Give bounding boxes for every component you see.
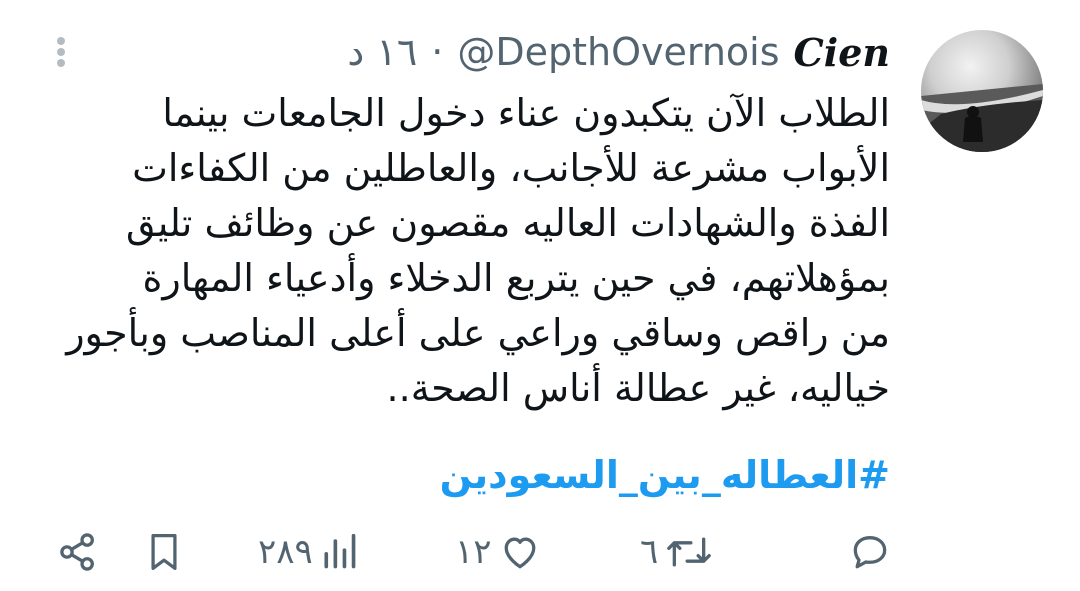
tweet-text-line: الفذة والشهادات العاليه مقصون عن وظائف ت… — [126, 201, 890, 245]
avatar[interactable] — [921, 30, 1043, 152]
reply-icon — [853, 536, 887, 569]
tweet-text-line: الطلاب الآن يتكبدون عناء دخول الجامعات ب… — [162, 91, 890, 135]
tweet-text-line: بمؤهلاتهم، في حين يتربع الدخلاء وأدعياء … — [142, 256, 890, 300]
like-icon — [504, 537, 535, 569]
views-count: ٢٨٩ — [258, 532, 313, 572]
tweet-text-line: من راقص وساقي وراعي على أعلى المناصب وبأ… — [66, 311, 890, 355]
reply-button[interactable] — [848, 527, 898, 577]
views-icon — [324, 533, 356, 569]
timestamp[interactable]: ١٦ د — [347, 30, 417, 74]
like-button[interactable]: ١٢ — [455, 527, 542, 577]
user-handle[interactable]: @DepthOvernois — [457, 30, 779, 74]
like-count: ١٢ — [455, 532, 492, 572]
tweet-text-line: الأبواب مشرعة للأجانب، والعاطلين من الكف… — [132, 146, 890, 190]
hashtag-link[interactable]: #العطاله_بين_السعودين — [40, 448, 890, 503]
retweet-icon — [667, 537, 712, 567]
tweet-header: Cien @DepthOvernois · ١٦ د — [347, 24, 890, 80]
share-icon — [60, 533, 94, 571]
tweet-text: الطلاب الآن يتكبدون عناء دخول الجامعات ب… — [40, 86, 890, 416]
more-options-button[interactable] — [48, 34, 76, 70]
bookmark-icon — [151, 534, 177, 570]
retweet-count: ٦ — [640, 532, 659, 572]
avatar-photo — [921, 84, 1043, 152]
views-button[interactable]: ٢٨٩ — [258, 527, 359, 577]
display-name[interactable]: Cien — [794, 30, 890, 75]
retweet-button[interactable]: ٦ — [640, 527, 714, 577]
separator-dot: · — [431, 30, 444, 74]
bookmark-button[interactable] — [144, 527, 184, 577]
share-button[interactable] — [54, 527, 102, 577]
tweet-text-line: خياليه، غير عطالة أناس الصحة.. — [386, 366, 890, 410]
